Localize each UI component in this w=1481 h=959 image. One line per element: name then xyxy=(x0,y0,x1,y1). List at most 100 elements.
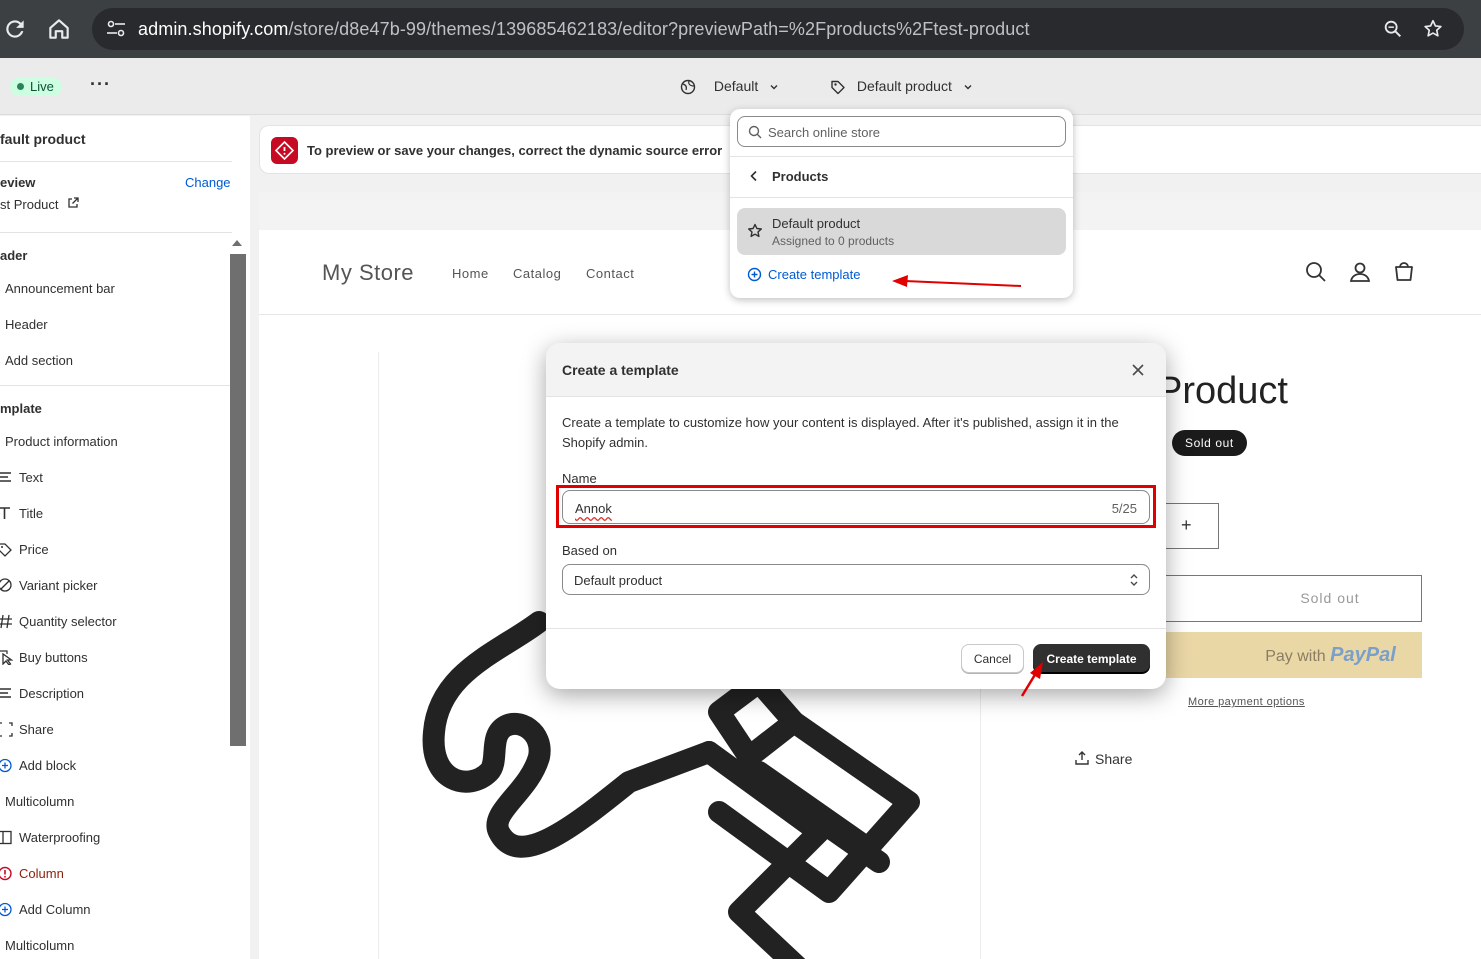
divider xyxy=(0,161,232,162)
cart-icon[interactable] xyxy=(1392,260,1416,284)
block-title[interactable]: Title xyxy=(0,506,43,521)
template-select[interactable]: Default product xyxy=(830,78,974,95)
block-buy-buttons[interactable]: Buy buttons xyxy=(0,650,88,665)
create-template-modal: Create a template Create a template to c… xyxy=(546,343,1166,689)
add-column-link[interactable]: Add Column xyxy=(0,902,91,917)
add-section-link[interactable]: Add section xyxy=(5,353,73,368)
reload-icon[interactable] xyxy=(2,16,28,42)
block-quantity-selector[interactable]: Quantity selector xyxy=(0,614,117,629)
column-icon xyxy=(0,830,12,845)
share-upload-icon xyxy=(1075,751,1089,765)
close-icon[interactable] xyxy=(1130,362,1146,378)
search-online-store-input[interactable]: Search online store xyxy=(737,116,1066,147)
paypal-button[interactable]: Pay with PayPal xyxy=(1159,632,1422,678)
hashtag-icon xyxy=(0,614,12,629)
share-button[interactable]: Share xyxy=(1075,751,1132,767)
product-title: Product xyxy=(1157,370,1288,412)
change-preview-link[interactable]: Change xyxy=(185,175,231,190)
store-logo-text[interactable]: My Store xyxy=(322,260,414,286)
text-lines-icon xyxy=(0,472,11,482)
block-waterproofing[interactable]: Waterproofing xyxy=(0,830,100,845)
url-text: admin.shopify.com/store/d8e47b-99/themes… xyxy=(138,19,1030,39)
editor-topbar: Live ··· Default Default product xyxy=(0,58,1481,115)
sold-out-badge: Sold out xyxy=(1172,430,1247,456)
title-t-icon xyxy=(0,507,10,519)
more-payment-options-link[interactable]: More payment options xyxy=(1188,696,1305,708)
star-icon xyxy=(748,223,762,238)
site-settings-icon[interactable] xyxy=(106,20,126,38)
tag-icon xyxy=(831,81,845,95)
search-icon xyxy=(748,125,762,139)
chevron-left-icon xyxy=(750,170,757,182)
plus-circle-icon xyxy=(0,902,12,917)
plus-circle-icon xyxy=(747,267,762,282)
search-icon[interactable] xyxy=(1304,260,1328,284)
block-column-error[interactable]: Column xyxy=(0,866,64,881)
price-tag-icon xyxy=(0,543,12,557)
nav-home-link[interactable]: Home xyxy=(452,266,489,281)
section-multicolumn[interactable]: Multicolumn xyxy=(5,938,74,953)
sidebar-title: fault product xyxy=(0,131,86,147)
quantity-plus-button[interactable]: + xyxy=(1159,503,1219,549)
section-header[interactable]: Header xyxy=(5,317,48,332)
chevron-down-icon xyxy=(770,85,778,90)
share-frame-icon xyxy=(0,722,13,737)
block-text[interactable]: Text xyxy=(0,470,43,485)
divider xyxy=(730,197,1073,198)
globe-icon xyxy=(680,80,696,95)
block-price[interactable]: Price xyxy=(0,542,49,557)
based-on-label: Based on xyxy=(562,543,617,558)
nav-catalog-link[interactable]: Catalog xyxy=(513,266,561,281)
template-option-default-product[interactable]: Default product Assigned to 0 products xyxy=(737,208,1066,255)
header-group-label: ader xyxy=(0,248,28,263)
plus-circle-icon xyxy=(0,758,12,773)
account-icon[interactable] xyxy=(1348,260,1372,284)
back-to-products-button[interactable]: Products xyxy=(749,169,828,184)
status-dot-icon xyxy=(17,83,24,90)
bookmark-star-icon[interactable] xyxy=(1422,18,1444,40)
divider xyxy=(730,156,1073,157)
section-product-information[interactable]: Product information xyxy=(5,434,118,449)
add-block-link[interactable]: Add block xyxy=(0,758,76,773)
preview-product-link[interactable]: st Product xyxy=(0,197,79,212)
error-circle-icon xyxy=(0,866,12,881)
cancel-button[interactable]: Cancel xyxy=(961,644,1024,673)
address-bar[interactable]: admin.shopify.com/store/d8e47b-99/themes… xyxy=(92,8,1464,50)
variant-icon xyxy=(0,578,12,592)
divider xyxy=(0,232,232,233)
section-multicolumn[interactable]: Multicolumn xyxy=(5,794,74,809)
create-template-link[interactable]: Create template xyxy=(747,267,861,282)
alert-diamond-icon xyxy=(271,137,298,164)
zoom-icon[interactable] xyxy=(1382,18,1404,40)
modal-footer-divider xyxy=(546,628,1166,629)
external-link-icon xyxy=(68,197,79,208)
select-arrows-icon xyxy=(1130,574,1138,586)
template-dropdown-popover: Search online store Products Default pro… xyxy=(730,109,1073,298)
annotation-highlight-box xyxy=(556,485,1156,528)
editor-sidebar: fault product eview Change st Product ad… xyxy=(0,116,250,959)
sold-out-button[interactable]: Sold out xyxy=(1159,575,1422,622)
based-on-select[interactable]: Default product xyxy=(562,564,1150,595)
modal-description: Create a template to customize how your … xyxy=(562,415,1119,450)
modal-title: Create a template xyxy=(562,362,679,378)
modal-header: Create a template xyxy=(546,343,1166,397)
template-group-label: mplate xyxy=(0,401,42,416)
more-actions-icon[interactable]: ··· xyxy=(90,74,111,95)
error-banner-text: To preview or save your changes, correct… xyxy=(307,143,723,158)
section-announcement-bar[interactable]: Announcement bar xyxy=(5,281,115,296)
chevron-down-icon xyxy=(964,85,972,90)
block-variant-picker[interactable]: Variant picker xyxy=(0,578,98,593)
scrollbar-up-arrow-icon[interactable] xyxy=(232,240,242,246)
create-template-button[interactable]: Create template xyxy=(1033,644,1150,673)
preview-label: eview xyxy=(0,175,36,190)
block-description[interactable]: Description xyxy=(0,686,84,701)
browser-toolbar: admin.shopify.com/store/d8e47b-99/themes… xyxy=(0,0,1481,58)
nav-contact-link[interactable]: Contact xyxy=(586,266,634,281)
divider xyxy=(0,385,232,386)
text-lines-icon xyxy=(0,688,11,698)
sidebar-scrollbar[interactable] xyxy=(230,254,246,746)
cursor-click-icon xyxy=(0,650,13,665)
block-share[interactable]: Share xyxy=(0,722,54,737)
locale-select[interactable]: Default xyxy=(680,78,780,95)
home-icon[interactable] xyxy=(46,16,72,42)
